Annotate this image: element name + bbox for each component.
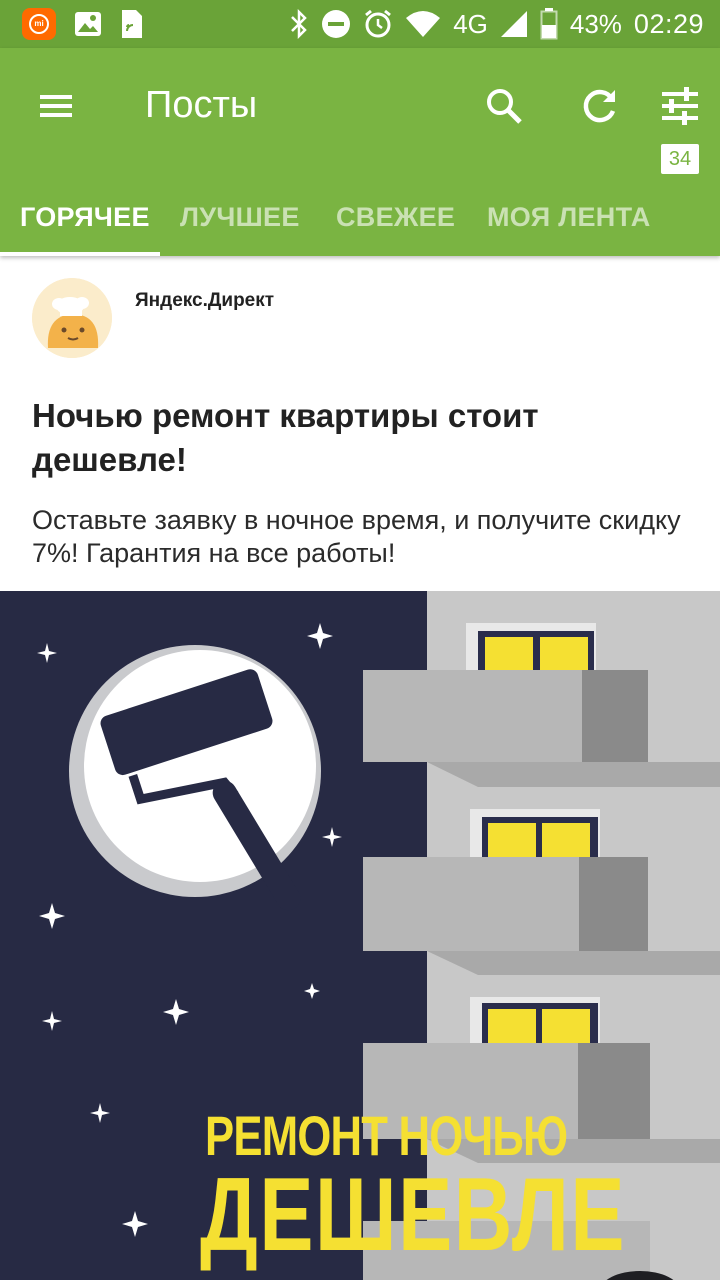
battery-icon <box>540 8 558 40</box>
tab-hot[interactable]: ГОРЯЧЕЕ <box>20 178 150 256</box>
alarm-icon <box>365 9 392 38</box>
battery-percent: 43% <box>569 8 622 39</box>
search-icon <box>487 89 522 124</box>
status-bar: mi 4G 43% 02:29 <box>0 0 720 48</box>
filter-button[interactable] <box>654 80 706 132</box>
filter-sliders-icon <box>662 87 698 125</box>
page-title: Посты <box>145 84 258 126</box>
banner-text-line2: ДЕШЕВЛЕ <box>200 1157 627 1273</box>
tab-bar: ГОРЯЧЕЕ ЛУЧШЕЕ СВЕЖЕЕ МОЯ ЛЕНТА <box>0 178 720 256</box>
tab-best[interactable]: ЛУЧШЕЕ <box>180 178 300 256</box>
menu-button[interactable] <box>32 82 80 130</box>
notification-icons: mi <box>22 8 144 40</box>
system-status: 4G 43% 02:29 <box>289 0 704 48</box>
post-title[interactable]: Ночью ремонт квартиры стоит дешевле! <box>32 394 692 482</box>
chef-avatar-icon <box>32 278 112 358</box>
post-author[interactable]: Яндекс.Директ <box>135 290 274 312</box>
wifi-icon <box>406 11 441 37</box>
mi-app-icon: mi <box>22 8 56 40</box>
network-type: 4G <box>453 8 488 39</box>
do-not-disturb-icon <box>322 10 351 38</box>
post-banner-image[interactable]: РЕМОНТ НОЧЬЮ ДЕШЕВЛЕ <box>0 591 720 1280</box>
refresh-icon <box>583 89 616 123</box>
tab-my-feed[interactable]: МОЯ ЛЕНТА <box>487 178 651 256</box>
feed-count-badge: 34 <box>661 144 699 174</box>
tab-fresh[interactable]: СВЕЖЕЕ <box>336 178 455 256</box>
avatar[interactable] <box>32 278 112 358</box>
app-bar: Посты ГОРЯЧЕЕ ЛУЧШЕЕ СВЕЖЕЕ МОЯ ЛЕНТА <box>0 48 720 256</box>
refresh-button[interactable] <box>574 80 626 132</box>
clock: 02:29 <box>633 8 704 39</box>
post-description: Оставьте заявку в ночное время, и получи… <box>32 505 681 568</box>
hamburger-menu-icon <box>40 95 72 117</box>
search-button[interactable] <box>478 80 530 132</box>
signal-icon <box>500 11 527 37</box>
bluetooth-icon <box>291 9 307 39</box>
active-tab-indicator <box>0 252 160 256</box>
sim-card-icon <box>122 10 142 38</box>
image-icon <box>75 12 101 36</box>
